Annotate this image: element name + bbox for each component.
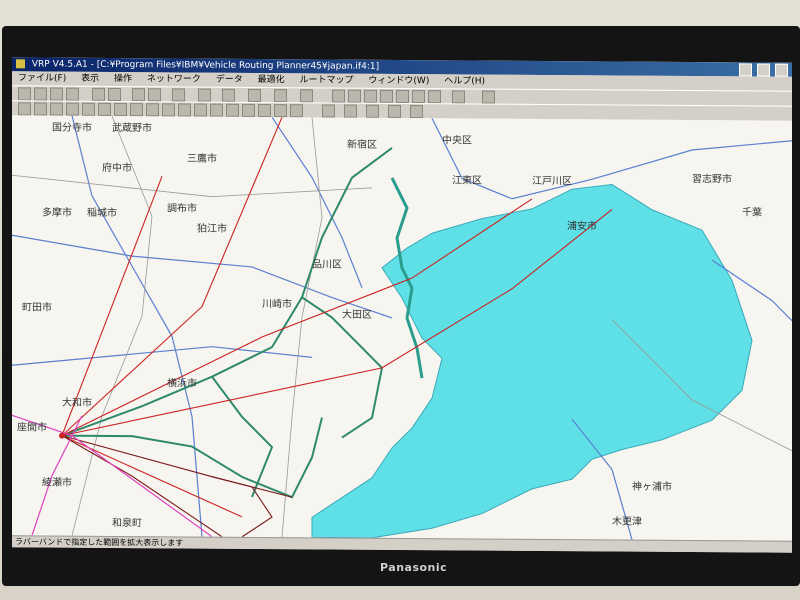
chart-icon[interactable]	[248, 88, 261, 103]
menu-operation[interactable]: 操作	[114, 74, 132, 84]
refresh-icon[interactable]	[290, 104, 303, 118]
width-icon[interactable]	[366, 104, 379, 118]
close-button[interactable]	[775, 63, 788, 77]
folder-icon[interactable]	[34, 87, 47, 101]
paste-icon[interactable]	[148, 88, 161, 102]
place-label: 大田区	[342, 308, 372, 321]
menu-route-map[interactable]: ルートマップ	[300, 75, 354, 85]
open-folder-icon[interactable]	[50, 87, 63, 101]
menu-data[interactable]: データ	[216, 75, 243, 85]
customer-icon[interactable]	[162, 103, 175, 117]
people-icon[interactable]	[332, 89, 345, 103]
app-window: VRP V4.5.A1 - [C:¥Program Files¥IBM¥Vehi…	[12, 57, 792, 553]
depot-icon[interactable]	[146, 103, 159, 117]
place-label: 座間市	[17, 420, 47, 433]
node-icon[interactable]	[98, 102, 111, 116]
marker-icon[interactable]	[178, 103, 191, 117]
depot-marker	[59, 432, 65, 439]
menu-optimize[interactable]: 最適化	[258, 75, 285, 85]
pencil-icon[interactable]	[410, 105, 423, 119]
color-icon[interactable]	[194, 103, 207, 117]
edit-icon[interactable]	[274, 89, 287, 103]
table-icon[interactable]	[222, 88, 235, 102]
center-icon[interactable]	[322, 104, 335, 118]
select-icon[interactable]	[242, 103, 255, 117]
frame-icon[interactable]	[388, 104, 401, 118]
place-label: 江戸川区	[532, 175, 572, 187]
copy-icon[interactable]	[132, 88, 145, 102]
place-label: 神ヶ浦市	[632, 480, 672, 493]
print-icon[interactable]	[172, 88, 185, 102]
place-label: 狛江市	[197, 222, 227, 235]
save-icon[interactable]	[66, 87, 79, 101]
place-label: 大和市	[62, 396, 92, 409]
layer-icon[interactable]	[210, 103, 223, 117]
place-label: 浦安市	[567, 219, 597, 232]
flag-icon[interactable]	[412, 90, 425, 104]
place-label: 稲城市	[87, 206, 117, 219]
place-label: 国分寺市	[52, 121, 92, 134]
back-icon[interactable]	[452, 90, 465, 104]
app-icon	[16, 59, 25, 69]
pin-icon[interactable]	[344, 104, 357, 118]
tv-brand-logo: Panasonic	[380, 561, 448, 574]
green-routes	[61, 147, 393, 499]
vehicle-icon[interactable]	[130, 103, 143, 117]
delete-icon[interactable]	[274, 104, 287, 118]
place-label: 川崎市	[262, 297, 292, 310]
place-label: 品川区	[312, 258, 342, 270]
arrow-icon[interactable]	[348, 89, 361, 103]
menu-help[interactable]: ヘルプ(H)	[444, 76, 485, 86]
new-icon[interactable]	[18, 102, 31, 116]
filter-icon[interactable]	[226, 103, 239, 117]
place-label: 武蔵野市	[112, 121, 152, 134]
place-label: 和泉町	[112, 516, 142, 529]
place-label: 中央区	[442, 133, 472, 146]
place-label: 江東区	[452, 173, 482, 186]
grid-icon[interactable]	[198, 88, 211, 102]
redo-icon[interactable]	[108, 87, 121, 102]
status-text: ラバーバンドで指定した範囲を拡大表示します	[15, 537, 184, 548]
target-icon[interactable]	[428, 90, 441, 104]
place-label: 千葉	[742, 205, 762, 218]
place-label: 新宿区	[347, 138, 377, 151]
place-label: 多摩市	[42, 205, 72, 218]
zoom-out-icon[interactable]	[396, 89, 409, 104]
place-label: 木更津	[612, 515, 642, 527]
move-icon[interactable]	[258, 103, 271, 118]
open-file-icon[interactable]	[18, 87, 31, 101]
route-map-canvas[interactable]: 国分寺市 武蔵野市 府中市 三鷹市 多摩市 稲城市 調布市 狛江市 新宿区 江東…	[12, 115, 792, 541]
maximize-button[interactable]	[757, 63, 771, 77]
help-icon[interactable]	[482, 90, 495, 104]
settings-icon[interactable]	[300, 89, 313, 103]
menu-network[interactable]: ネットワーク	[147, 74, 201, 84]
menu-window[interactable]: ウィンドウ(W)	[368, 76, 429, 86]
route-map: 国分寺市 武蔵野市 府中市 三鷹市 多摩市 稲城市 調布市 狛江市 新宿区 江東…	[12, 115, 792, 540]
place-label: 三鷹市	[187, 151, 217, 164]
place-label: 調布市	[167, 201, 197, 214]
zoom-in-icon[interactable]	[380, 89, 393, 103]
place-label: 習志野市	[692, 172, 732, 185]
place-label: 横浜市	[167, 376, 197, 389]
minimize-button[interactable]	[739, 63, 753, 77]
menu-file[interactable]: ファイル(F)	[18, 73, 66, 83]
place-label: 府中市	[102, 161, 132, 174]
open-icon[interactable]	[34, 102, 47, 116]
import-icon[interactable]	[50, 102, 63, 116]
hand-icon[interactable]	[364, 89, 377, 103]
window-title: VRP V4.5.A1 - [C:¥Program Files¥IBM¥Vehi…	[31, 59, 380, 72]
line-icon[interactable]	[82, 102, 95, 116]
place-label: 町田市	[22, 300, 52, 313]
route-icon[interactable]	[114, 102, 127, 117]
export-icon[interactable]	[66, 102, 79, 116]
undo-icon[interactable]	[92, 87, 105, 101]
menu-view[interactable]: 表示	[81, 74, 99, 84]
tokyo-bay-water	[311, 183, 753, 539]
place-label: 綾瀬市	[42, 475, 72, 488]
